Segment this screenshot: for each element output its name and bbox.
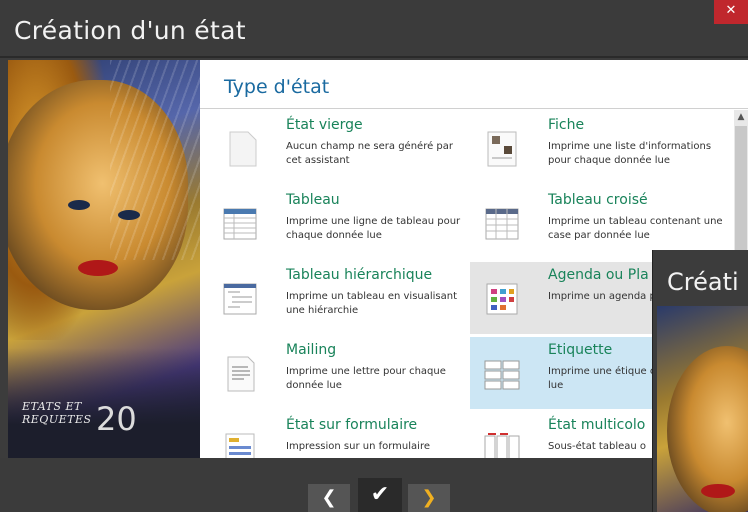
close-icon: ✕: [725, 3, 737, 18]
report-type-item[interactable]: Tableau hiérarchique Imprime un tableau e…: [208, 262, 470, 334]
report-type-name: État vierge: [286, 117, 363, 133]
report-type-item[interactable]: Tableau Imprime une ligne de tableau pour…: [208, 187, 470, 259]
close-button[interactable]: ✕: [714, 0, 748, 24]
report-type-item[interactable]: Fiche Imprime une liste d'informations po…: [470, 112, 732, 184]
report-type-name: Agenda ou Pla: [548, 267, 649, 283]
multicolumn-icon: [482, 430, 522, 458]
product-logo: ETATS ET REQUETES 20: [22, 400, 137, 438]
report-type-item[interactable]: État sur formulaire Impression sur un for…: [208, 412, 470, 458]
report-type-item[interactable]: Tableau croisé Imprime un tableau contena…: [470, 187, 732, 259]
report-type-name: État sur formulaire: [286, 417, 418, 433]
previous-button[interactable]: ❮: [308, 484, 350, 512]
report-type-name: Tableau croisé: [548, 192, 648, 208]
report-type-item[interactable]: État vierge Aucun champ ne sera généré pa…: [208, 112, 470, 184]
sidebar-illustration: ETATS ET REQUETES 20: [8, 60, 200, 458]
title-bar: Création d'un état ✕: [0, 0, 748, 58]
agenda-icon: [482, 280, 522, 318]
wizard-window: Création d'un état ✕ ETATS ET REQUETES 2…: [0, 0, 748, 512]
hierarchy-table-icon: [220, 280, 260, 318]
letter-icon: [220, 355, 260, 393]
logo-line2: REQUETES: [22, 413, 92, 426]
report-type-description: Imprime une ligne de tableau pour chaque…: [286, 216, 461, 241]
report-type-description: Aucun champ ne sera généré par cet assis…: [286, 141, 454, 166]
report-type-description: Imprime une liste d'informations pour ch…: [548, 141, 712, 166]
bottom-bar: ❮ ✔ ❯: [0, 458, 748, 512]
overlapping-window[interactable]: Créati: [652, 250, 748, 512]
report-type-name: Fiche: [548, 117, 585, 133]
divider: [200, 108, 748, 109]
validate-button[interactable]: ✔: [358, 478, 402, 512]
section-heading: Type d'état: [224, 76, 330, 98]
labels-icon: [482, 355, 522, 393]
overlay-window-title: Créati: [667, 268, 739, 296]
form-card-icon: [482, 130, 522, 168]
report-type-item[interactable]: Mailing Imprime une lettre pour chaque do…: [208, 337, 470, 409]
table-icon: [220, 205, 260, 243]
report-type-name: Mailing: [286, 342, 337, 358]
report-type-name: Tableau: [286, 192, 340, 208]
report-type-description: Imprime un tableau en visualisant une hi…: [286, 291, 458, 316]
next-button[interactable]: ❯: [408, 484, 450, 512]
form-icon: [220, 430, 260, 458]
report-type-description: Impression sur un formulaire: [286, 441, 430, 452]
report-type-name: Tableau hiérarchique: [286, 267, 433, 283]
report-type-name: Etiquette: [548, 342, 613, 358]
logo-line1: ETATS ET: [22, 400, 82, 413]
report-type-name: État multicolo: [548, 417, 646, 433]
blank-page-icon: [220, 130, 260, 168]
overlay-illustration: [657, 306, 748, 512]
report-type-description: Imprime une lettre pour chaque donnée lu…: [286, 366, 446, 391]
cross-table-icon: [482, 205, 522, 243]
logo-version: 20: [96, 400, 137, 438]
scroll-up-arrow-icon[interactable]: ▲: [734, 110, 748, 124]
report-type-description: Imprime un tableau contenant une case pa…: [548, 216, 723, 241]
window-title: Création d'un état: [14, 16, 246, 45]
